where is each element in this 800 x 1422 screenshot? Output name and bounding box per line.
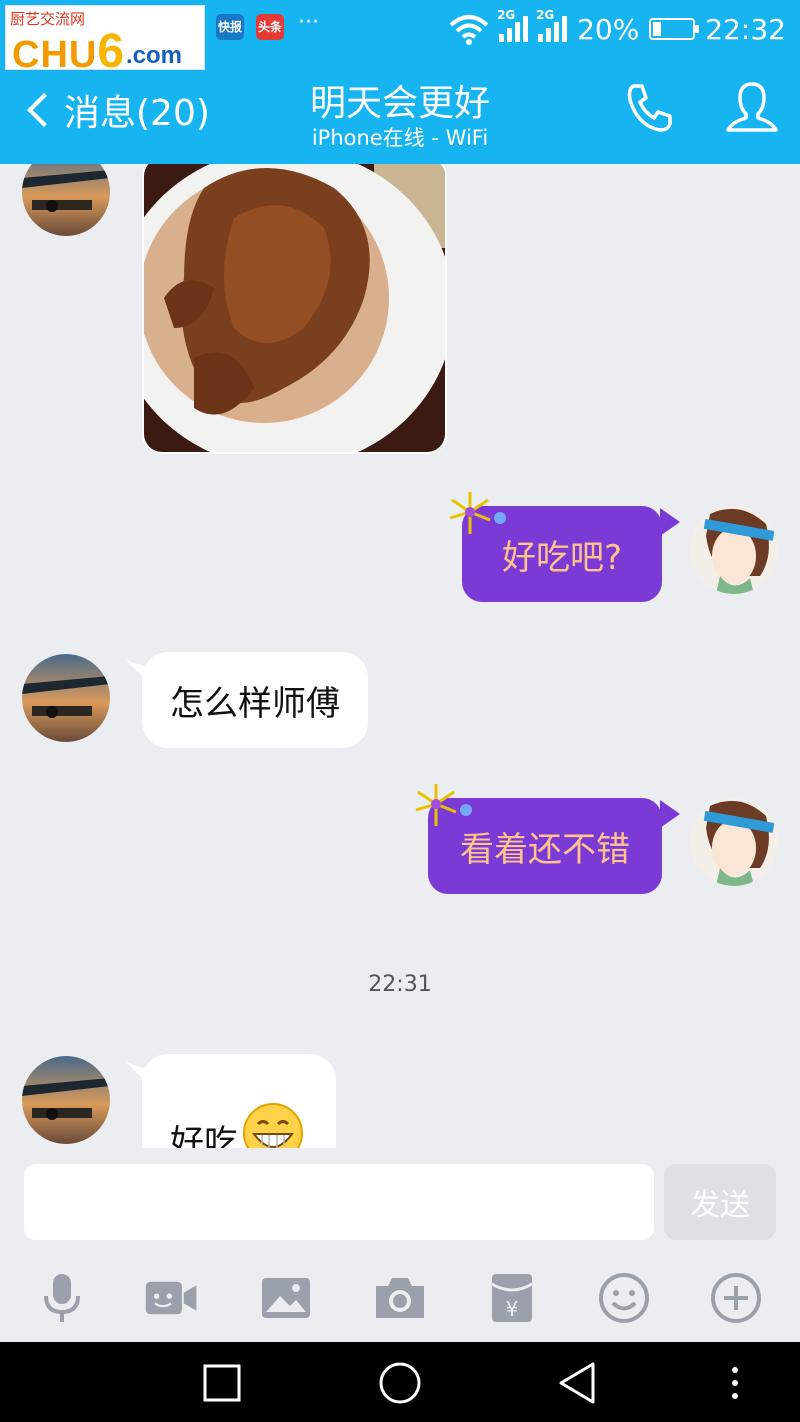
message-list[interactable]: 好吃吧? 怎么样师傅 看着还不错 22:31 好吃 [0,164,800,1148]
status-clock: 22:32 [705,12,786,46]
firework-decoration-icon [415,784,472,826]
received-bubble[interactable]: 好吃 [142,1054,336,1148]
chat-subtitle: iPhone在线 - WiFi [311,126,489,150]
roast-chicken-image [144,164,445,452]
battery-percent: 20% [577,12,640,46]
food-photo[interactable] [142,164,447,454]
video-icon[interactable] [144,1270,200,1326]
home-icon[interactable] [377,1360,423,1406]
friend-avatar-icon [22,1056,110,1144]
image-icon[interactable] [258,1270,314,1326]
watermark-domain: .com [126,42,183,69]
received-message-text: 好吃 [170,1123,238,1148]
back-label: 消息(20) [64,93,210,134]
chevron-left-icon [27,93,61,127]
my-avatar[interactable] [690,506,778,594]
red-packet-icon[interactable]: ¥ [484,1270,540,1326]
friend-avatar-icon [22,164,110,236]
firework-decoration-icon [449,492,506,534]
sent-message-text: 好吃吧? [501,537,623,578]
svg-text:¥: ¥ [506,1297,519,1321]
received-message-text: 怎么样师傅 [170,683,340,724]
signal-1-icon: 2G [497,8,529,42]
sent-bubble-tail [660,800,680,828]
grinning-emoji-icon [243,1103,303,1148]
profile-icon[interactable] [722,78,782,138]
menu-icon[interactable] [712,1360,758,1406]
microphone-icon[interactable] [34,1270,90,1326]
sent-bubble-tail [660,508,680,536]
watermark-brand-a: CHU [12,34,98,76]
plus-icon[interactable] [708,1270,764,1326]
my-avatar[interactable] [690,798,778,886]
watermark-brand-b: 6 [97,25,126,78]
status-bar: 厨艺交流网 CHU6 .com 快报 头条 ··· 2G 2G 20% 22:3… [0,0,800,78]
wifi-icon [449,15,489,45]
battery-icon [649,18,700,40]
system-nav-bar [0,1342,800,1422]
toutiao-app-icon: 头条 [256,14,284,40]
message-timestamp: 22:31 [368,972,432,997]
sent-message-text: 看着还不错 [460,829,630,870]
signal-2-label: 2G [536,8,555,22]
more-notifications-icon: ··· [298,10,319,35]
back-icon[interactable] [555,1360,601,1406]
back-button[interactable]: 消息(20) [20,80,210,140]
chat-title: 明天会更好 [309,83,490,124]
friend-avatar[interactable] [22,654,110,742]
compose-bar: 发送 [0,1148,800,1256]
my-avatar-icon [690,506,778,594]
send-button[interactable]: 发送 [664,1164,776,1240]
recents-icon[interactable] [199,1360,245,1406]
emoji-icon[interactable] [596,1270,652,1326]
my-avatar-icon [690,798,778,886]
received-bubble[interactable]: 怎么样师傅 [142,652,368,748]
battery-level [653,22,661,36]
friend-avatar[interactable] [22,164,110,236]
message-input[interactable] [24,1164,654,1240]
phone-icon[interactable] [620,78,680,138]
friend-avatar-icon [22,654,110,742]
watermark-logo: 厨艺交流网 CHU6 .com [5,5,205,78]
friend-avatar[interactable] [22,1056,110,1144]
news-app-icon: 快报 [216,14,244,40]
camera-icon[interactable] [372,1270,428,1326]
signal-1-label: 2G [497,8,516,22]
signal-2-icon: 2G [536,8,568,42]
input-toolbar: ¥ [0,1256,800,1342]
watermark-brand: CHU6 [12,24,125,79]
